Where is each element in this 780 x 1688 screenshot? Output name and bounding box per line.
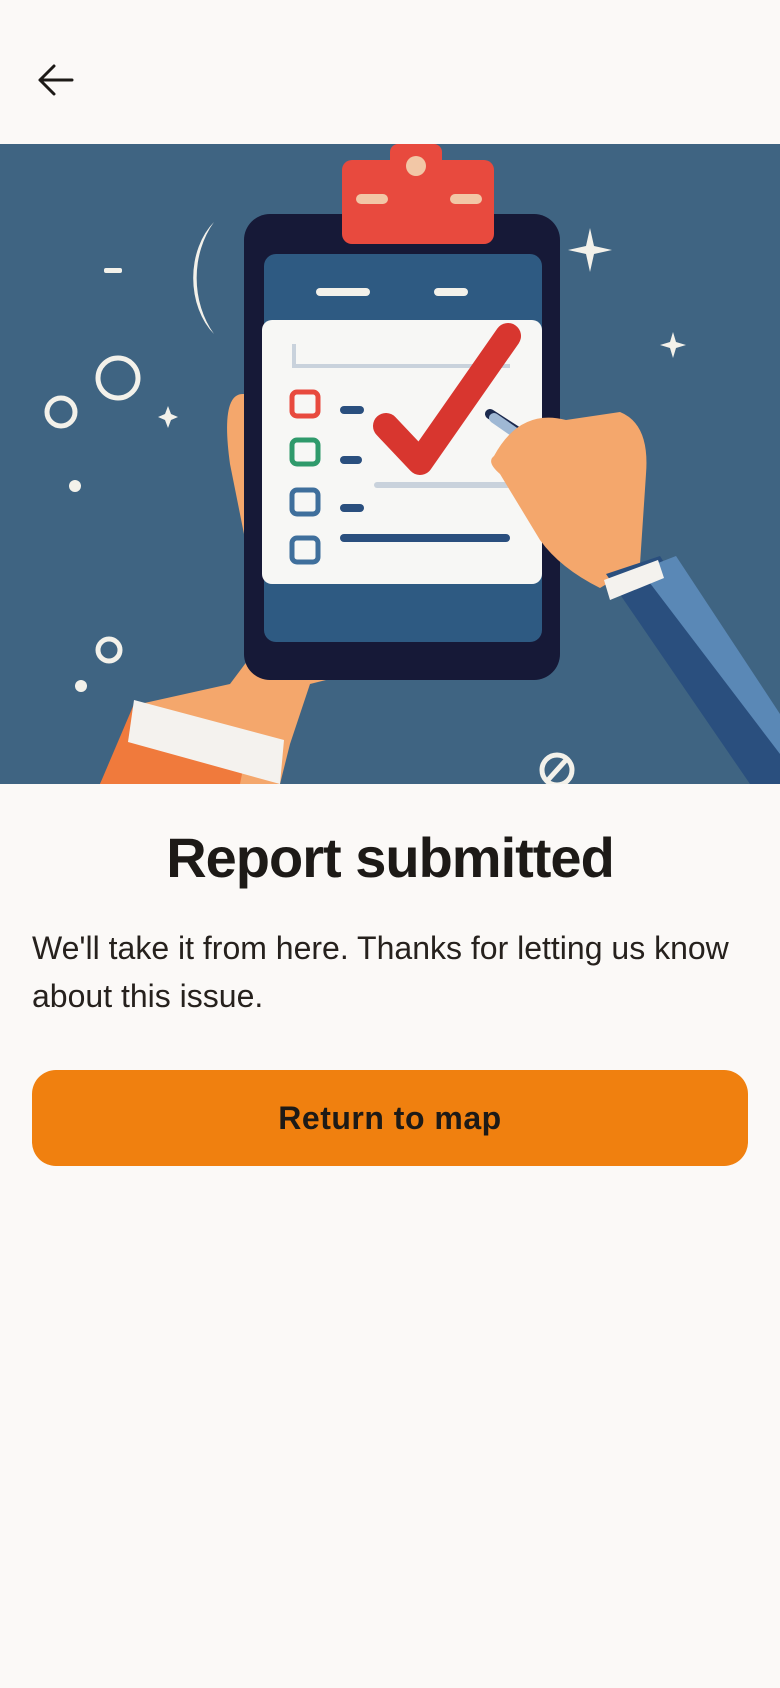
page-title: Report submitted (166, 826, 615, 889)
return-to-map-button[interactable]: Return to map (32, 1070, 748, 1166)
report-submitted-screen: Report submitted We'll take it from here… (0, 0, 780, 1688)
back-button[interactable] (22, 46, 90, 114)
confirmation-message: We'll take it from here. Thanks for lett… (32, 930, 729, 1014)
arrow-left-icon (38, 64, 74, 96)
clipboard-checklist-illustration (0, 144, 780, 784)
top-bar (0, 0, 780, 144)
hero-illustration (0, 144, 780, 784)
